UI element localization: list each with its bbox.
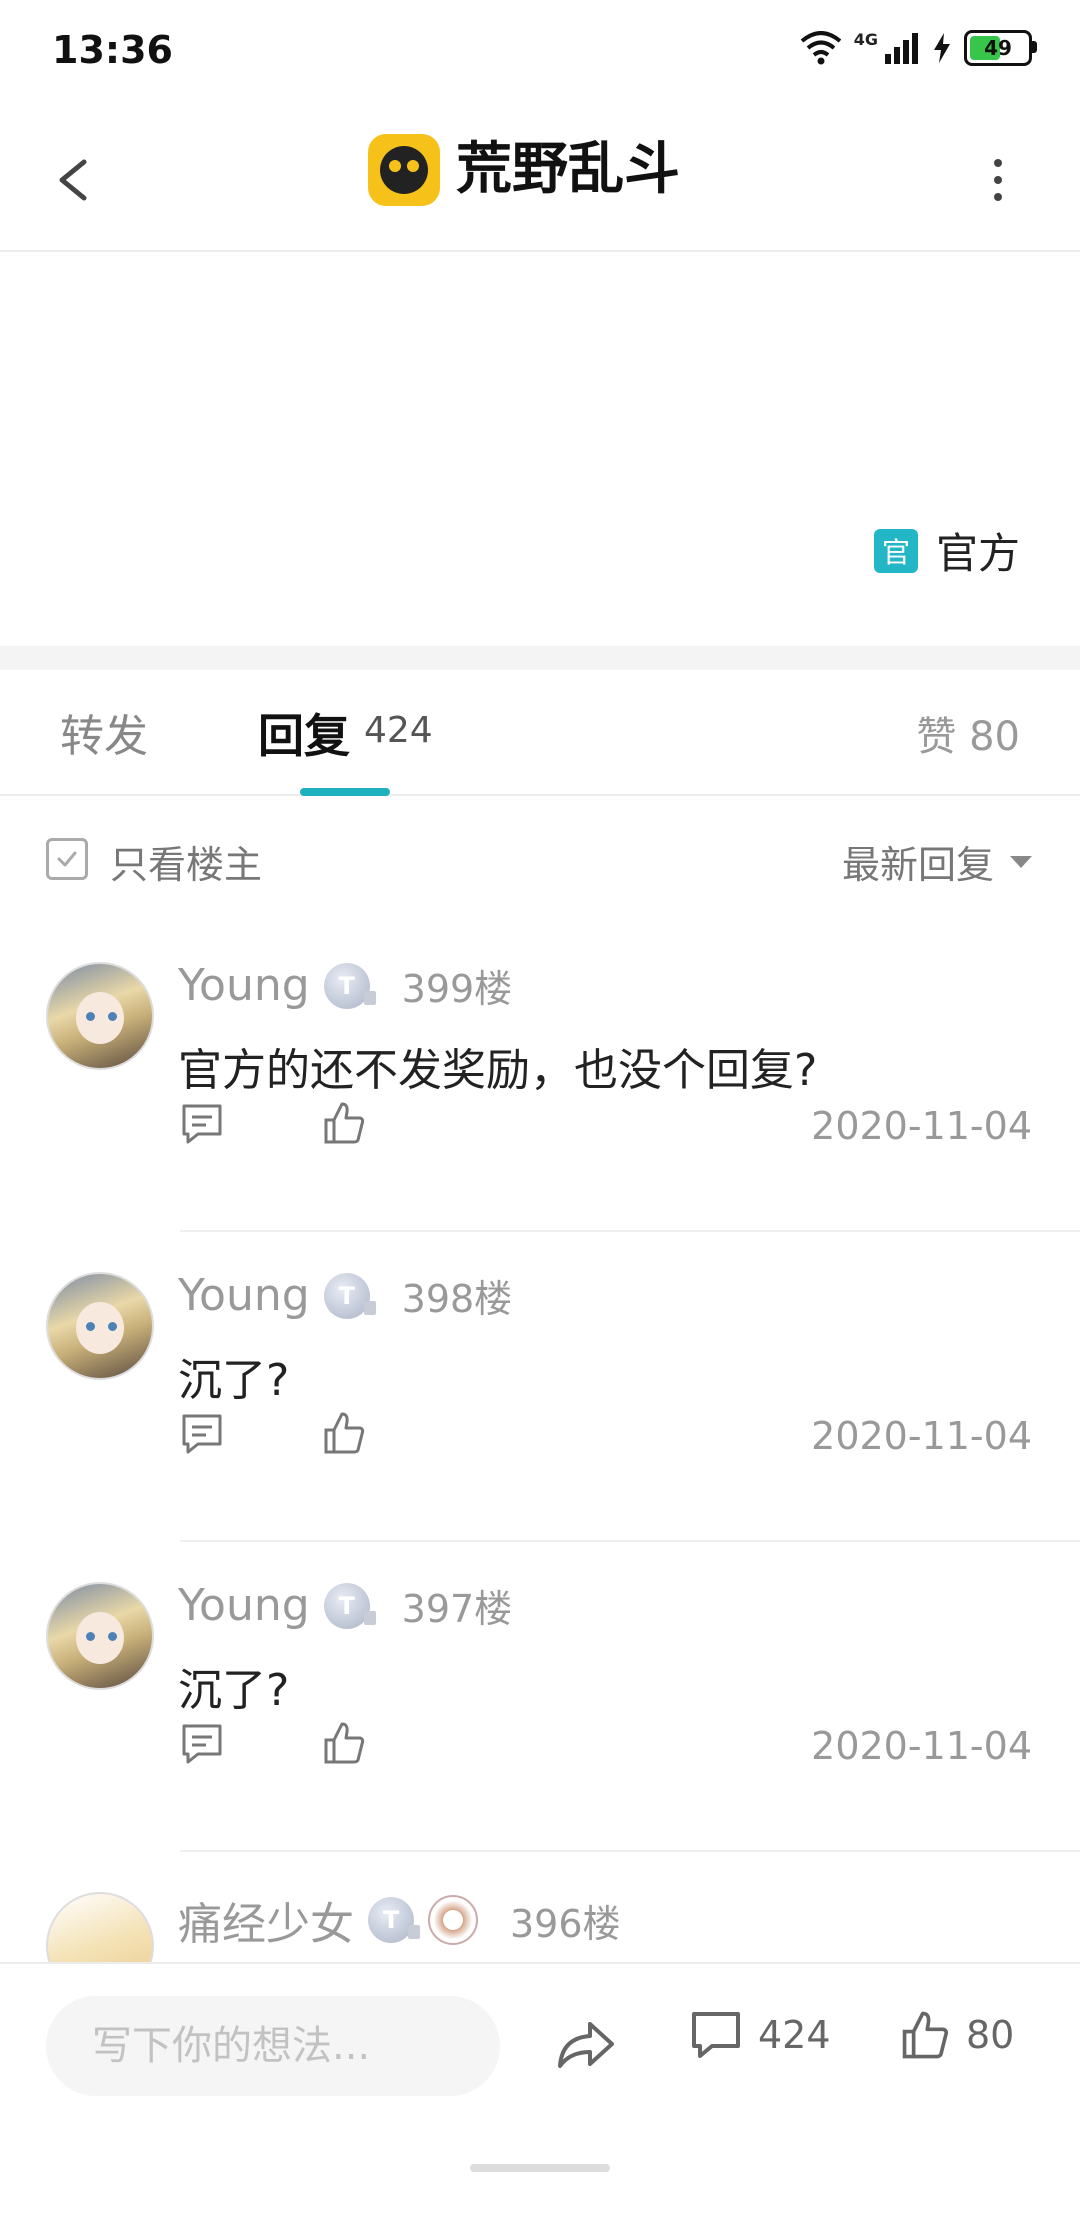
floor-number: 399楼: [401, 967, 513, 1011]
home-indicator[interactable]: [470, 2164, 610, 2172]
avatar[interactable]: [46, 962, 154, 1070]
network-type: 4G: [853, 30, 878, 49]
reply-user-row: Young T 397楼: [178, 1578, 512, 1633]
reply-user-row: Young T 399楼: [178, 958, 512, 1013]
divider: [180, 1540, 1080, 1542]
reply-item[interactable]: Young T 397楼 沉了? 2020-11-04: [0, 1578, 1080, 1888]
reply-content: 沉了?: [178, 1355, 290, 1406]
level-badge-icon: T: [323, 962, 376, 1009]
thumbs-up-icon[interactable]: [322, 1100, 366, 1146]
signal-icon: [885, 33, 918, 64]
divider: [180, 1230, 1080, 1232]
username[interactable]: 痛经少女: [178, 1888, 354, 1952]
reply-content: 沉了?: [178, 1665, 290, 1716]
status-bar: 13:36 4G 49: [0, 0, 1080, 110]
tab-bar: 转发 回复 424 赞 80: [0, 670, 1080, 796]
status-icons: 4G 49: [800, 30, 1037, 66]
like-count: 80: [966, 2013, 1015, 2057]
avatar[interactable]: [46, 1892, 154, 1962]
back-arrow-icon[interactable]: [40, 140, 120, 220]
brawl-stars-skull-icon: [380, 146, 428, 194]
op-only-label[interactable]: 只看楼主: [110, 834, 262, 889]
reply-user-row: 痛经少女 T 396楼: [178, 1888, 621, 1952]
battery-icon: 49: [964, 30, 1037, 66]
comment-icon[interactable]: [180, 1102, 224, 1146]
app-header: 荒野乱斗: [0, 110, 1080, 252]
username[interactable]: Young: [178, 1270, 310, 1321]
floor-number: 398楼: [401, 1277, 513, 1321]
filter-row: 只看楼主 最新回复: [0, 796, 1080, 916]
username[interactable]: Young: [178, 1580, 310, 1631]
official-tag: 官 官方: [873, 520, 1020, 581]
reply-date: 2020-11-04: [811, 1414, 1032, 1458]
section-divider: [0, 646, 1080, 670]
forum-title: 荒野乱斗: [456, 137, 680, 202]
reply-date: 2020-11-04: [811, 1724, 1032, 1768]
reply-item[interactable]: 痛经少女 T 396楼: [0, 1888, 1080, 1962]
comment-icon[interactable]: [180, 1412, 224, 1456]
comment-icon[interactable]: [180, 1722, 224, 1766]
wifi-icon: [800, 31, 842, 65]
caret-down-icon: [1010, 855, 1032, 868]
level-badge-icon: T: [323, 1272, 376, 1319]
thumbs-up-icon[interactable]: [322, 1720, 366, 1766]
sort-label: 最新回复: [841, 843, 994, 887]
reply-item[interactable]: Young T 398楼 沉了? 2020-11-04: [0, 1268, 1080, 1578]
reply-user-row: Young T 398楼: [178, 1268, 512, 1323]
tab-reply[interactable]: 回复: [258, 700, 350, 766]
reply-item[interactable]: Young T 399楼 官方的还不发奖励，也没个回复? 2020-11-04: [0, 958, 1080, 1268]
comment-bubble-icon: [692, 2012, 740, 2058]
comment-input[interactable]: [46, 1996, 500, 2096]
bottom-action-bar: 424 80: [0, 1962, 1080, 2222]
thumbs-up-icon[interactable]: [322, 1410, 366, 1456]
level-badge-icon: T: [368, 1897, 420, 1943]
tab-reply-count: 424: [364, 710, 433, 751]
avatar[interactable]: [46, 1272, 154, 1380]
sort-dropdown[interactable]: 最新回复: [842, 834, 1032, 889]
battery-level: 49: [984, 36, 1012, 60]
tab-likes[interactable]: 赞 80: [916, 704, 1020, 762]
floor-number: 397楼: [401, 1587, 513, 1631]
avatar[interactable]: [46, 1582, 154, 1690]
share-icon[interactable]: [554, 2012, 618, 2076]
username[interactable]: Young: [178, 960, 310, 1011]
thumbs-up-icon: [902, 2011, 949, 2059]
pet-badge-icon: [428, 1895, 478, 1945]
more-options-icon[interactable]: [968, 140, 1028, 220]
check-icon: [57, 851, 77, 867]
status-time: 13:36: [52, 28, 173, 72]
forum-logo: [368, 134, 440, 206]
tab-active-indicator: [300, 788, 390, 796]
level-badge-icon: T: [323, 1582, 376, 1629]
comments-button[interactable]: 424: [690, 2010, 831, 2060]
official-badge: 官: [873, 528, 918, 573]
reply-content: 官方的还不发奖励，也没个回复?: [178, 1045, 818, 1096]
official-label: 官方: [935, 529, 1020, 578]
op-only-checkbox[interactable]: [46, 838, 88, 880]
charging-icon: [934, 33, 950, 63]
reply-date: 2020-11-04: [811, 1104, 1032, 1148]
tab-forward[interactable]: 转发: [60, 700, 148, 764]
likes-button[interactable]: 80: [900, 2008, 1014, 2062]
comment-count: 424: [758, 2013, 831, 2057]
floor-number: 396楼: [510, 1901, 621, 1946]
divider: [180, 1850, 1080, 1852]
